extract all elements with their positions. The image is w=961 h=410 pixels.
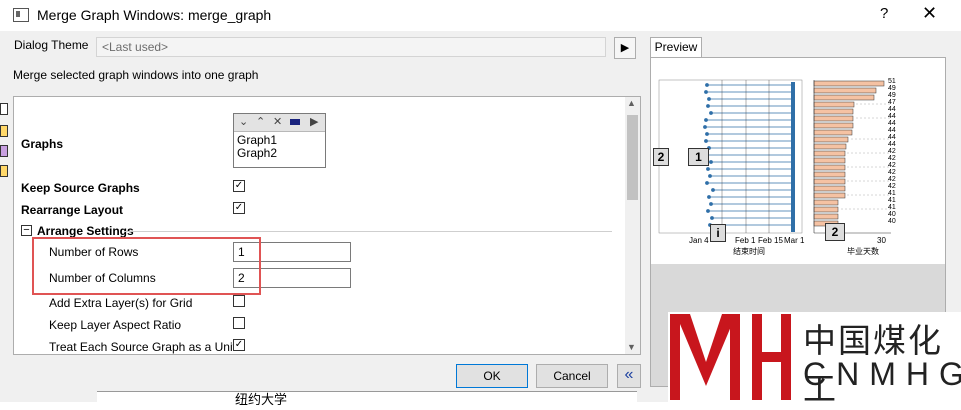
bar-value-label: 41 (888, 197, 896, 204)
bar-value-label: 49 (888, 85, 896, 92)
treat-unit-label: Treat Each Source Graph as a Unit (49, 340, 236, 354)
end-markers (791, 82, 795, 232)
aspect-ratio-checkbox[interactable] (233, 317, 245, 329)
move-up-icon[interactable]: ⌃ (256, 115, 265, 128)
x-tick-2: Feb 15 (758, 236, 783, 245)
bar-value-label: 47 (888, 99, 896, 106)
help-button[interactable]: ? (880, 5, 888, 22)
arrange-settings-label: Arrange Settings (37, 224, 134, 238)
bar-value-label: 44 (888, 120, 896, 127)
window-app-icon (13, 8, 29, 22)
bar-value-label: 42 (888, 169, 896, 176)
graph-item-1[interactable]: Graph1 (237, 133, 277, 147)
bar-value-label: 44 (888, 134, 896, 141)
treat-unit-checkbox[interactable]: ✓ (233, 339, 245, 351)
dialog-theme-label: Dialog Theme (14, 38, 89, 52)
window-title: Merge Graph Windows: merge_graph (37, 7, 272, 23)
layer-badge-1: 1 (688, 148, 709, 166)
move-down-icon[interactable]: ⌄ (239, 115, 248, 128)
aspect-ratio-label: Keep Layer Aspect Ratio (49, 318, 182, 332)
close-button[interactable]: ✕ (922, 3, 937, 24)
x-tick-right: 30 (877, 236, 886, 245)
mh-logo-icon (670, 314, 791, 400)
collapse-toggle-icon[interactable]: − (21, 225, 32, 236)
graphs-label: Graphs (21, 137, 64, 151)
bar-value-label: 42 (888, 176, 896, 183)
scrollbar-thumb[interactable] (627, 115, 638, 200)
section-divider (124, 231, 612, 232)
watermark-english: CNMHG (803, 356, 961, 392)
info-badge: i (710, 224, 726, 242)
graph-item-2[interactable]: Graph2 (237, 146, 277, 160)
bar-value-label: 44 (888, 141, 896, 148)
bar-value-label: 44 (888, 127, 896, 134)
keep-source-checkbox[interactable]: ✓ (233, 180, 245, 192)
x-axis-title-right: 毕业天数 (847, 247, 879, 256)
play-icon[interactable]: ▶ (310, 115, 318, 128)
background-app-edge (0, 95, 9, 205)
select-icon[interactable] (290, 119, 300, 125)
dialog-theme-combo[interactable]: <Last used> (96, 37, 606, 57)
layer-badge-2: 2 (653, 148, 669, 166)
graphs-listbox[interactable]: ⌄ ⌃ ✕ ▶ Graph1 Graph2 (233, 113, 326, 168)
collapse-button[interactable]: « (617, 364, 641, 388)
bar-value-label: 42 (888, 162, 896, 169)
background-window-strip (97, 391, 637, 403)
listbox-toolbar: ⌄ ⌃ ✕ ▶ (234, 114, 325, 132)
scroll-up-icon[interactable]: ▲ (627, 98, 636, 108)
extra-layers-label: Add Extra Layer(s) for Grid (49, 296, 193, 310)
rearrange-label: Rearrange Layout (21, 203, 124, 217)
x-tick-0: Jan 4 (689, 236, 709, 245)
x-tick-3: Mar 1 (784, 236, 805, 245)
x-tick-1: Feb 1 (735, 236, 756, 245)
bar-value-label: 40 (888, 211, 896, 218)
cancel-button[interactable]: Cancel (536, 364, 608, 388)
bar-value-label: 44 (888, 113, 896, 120)
extra-layers-checkbox[interactable] (233, 295, 245, 307)
bar-value-label: 51 (888, 78, 896, 85)
background-text: 纽约大学 (235, 393, 288, 408)
remove-icon[interactable]: ✕ (273, 115, 282, 128)
description-text: Merge selected graph windows into one gr… (13, 68, 259, 82)
panel-badge-2: 2 (825, 223, 845, 241)
bar-value-label: 41 (888, 204, 896, 211)
bar-value-label: 49 (888, 92, 896, 99)
bar-value-label: 44 (888, 106, 896, 113)
bar-value-label: 41 (888, 190, 896, 197)
bar-value-label: 42 (888, 148, 896, 155)
scroll-down-icon[interactable]: ▼ (627, 342, 636, 352)
theme-menu-button[interactable]: ▶ (614, 37, 636, 59)
bar-value-label: 42 (888, 183, 896, 190)
rearrange-checkbox[interactable]: ✓ (233, 202, 245, 214)
bar-value-label: 40 (888, 218, 896, 225)
tab-preview[interactable]: Preview (650, 37, 702, 58)
ok-button[interactable]: OK (456, 364, 528, 388)
highlight-annotation (32, 237, 261, 295)
x-axis-title-left: 结束时间 (733, 247, 765, 256)
watermark-logo: 中国煤化工 CNMHG (668, 312, 961, 408)
keep-source-label: Keep Source Graphs (21, 181, 140, 195)
bar-value-label: 42 (888, 155, 896, 162)
